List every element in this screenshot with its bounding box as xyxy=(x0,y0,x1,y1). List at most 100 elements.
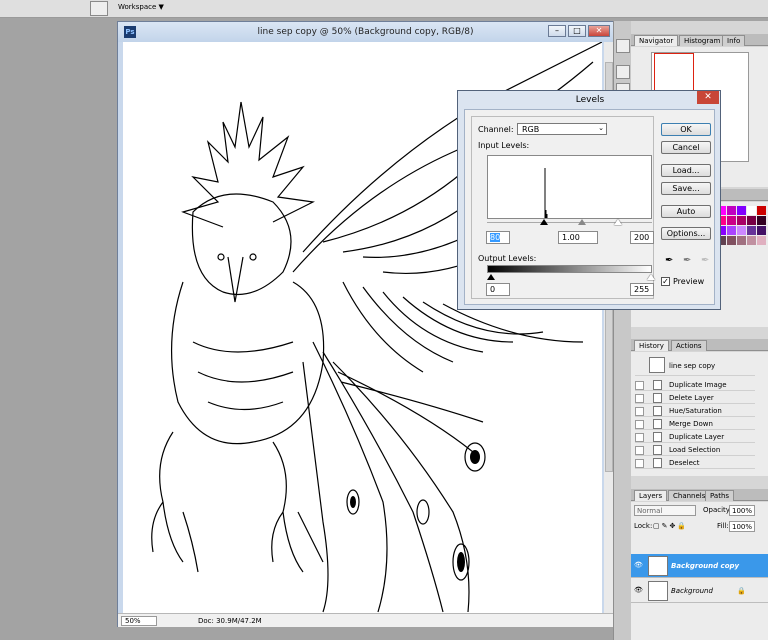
history-item[interactable]: Duplicate Image xyxy=(635,379,755,391)
history-item[interactable]: Duplicate Layer xyxy=(635,431,755,443)
status-bar: 50% Doc: 30.9M/47.2M xyxy=(118,613,613,627)
tool-preset-icon[interactable] xyxy=(616,39,630,53)
white-point-slider[interactable] xyxy=(614,219,622,225)
output-white-field[interactable]: 255 xyxy=(630,283,654,296)
layer-row-background-copy[interactable]: 👁 Background copy xyxy=(631,554,768,578)
swatch[interactable] xyxy=(727,226,736,235)
input-gamma-field[interactable]: 1.00 xyxy=(558,231,598,244)
document-titlebar[interactable]: Ps line sep copy @ 50% (Background copy,… xyxy=(118,22,613,42)
gamma-slider[interactable] xyxy=(578,219,586,225)
ok-button[interactable]: OK xyxy=(661,123,711,136)
snapshot-label: line sep copy xyxy=(669,362,716,370)
swatch[interactable] xyxy=(747,226,756,235)
swatch[interactable] xyxy=(747,206,756,215)
chevron-down-icon: ⌄ xyxy=(598,124,604,132)
history-state-icon xyxy=(653,380,662,390)
save-button[interactable]: Save... xyxy=(661,182,711,195)
input-white-field[interactable]: 200 xyxy=(630,231,654,244)
brushes-icon[interactable] xyxy=(616,65,630,79)
swatch[interactable] xyxy=(737,216,746,225)
visibility-eye-icon[interactable]: 👁 xyxy=(634,587,643,594)
histogram xyxy=(487,155,652,219)
tab-layers[interactable]: Layers xyxy=(634,490,668,501)
minimize-button[interactable]: – xyxy=(548,25,566,37)
auto-button[interactable]: Auto xyxy=(661,205,711,218)
swatch[interactable] xyxy=(747,216,756,225)
maximize-button[interactable]: □ xyxy=(568,25,586,37)
swatch[interactable] xyxy=(757,206,766,215)
swatch[interactable] xyxy=(757,236,766,245)
channel-select[interactable]: RGB ⌄ xyxy=(517,123,607,135)
lock-label: Lock: xyxy=(634,522,653,530)
input-levels-label: Input Levels: xyxy=(478,141,530,150)
history-item[interactable]: Hue/Saturation xyxy=(635,405,755,417)
swatch[interactable] xyxy=(727,216,736,225)
output-black-slider[interactable] xyxy=(487,274,495,280)
history-checkbox[interactable] xyxy=(635,446,644,455)
swatch[interactable] xyxy=(747,236,756,245)
blend-mode-select[interactable]: Normal xyxy=(634,505,696,516)
history-snapshot[interactable]: line sep copy xyxy=(635,356,755,376)
layer-name: Background xyxy=(671,587,713,595)
layer-thumbnail xyxy=(648,556,668,576)
levels-title: Levels xyxy=(575,95,605,105)
tab-paths[interactable]: Paths xyxy=(705,490,735,501)
levels-close-button[interactable]: ✕ xyxy=(697,91,719,104)
history-item[interactable]: Delete Layer xyxy=(635,392,755,404)
lock-icons[interactable]: ▢✎✥🔒 xyxy=(653,522,688,530)
output-levels-label: Output Levels: xyxy=(478,254,537,263)
opacity-field[interactable]: 100% xyxy=(729,505,755,516)
history-checkbox[interactable] xyxy=(635,394,644,403)
layer-row-background[interactable]: 👁 Background 🔒 xyxy=(631,579,768,603)
preview-checkbox[interactable]: ✓ xyxy=(661,277,670,286)
swatch[interactable] xyxy=(757,226,766,235)
load-button[interactable]: Load... xyxy=(661,164,711,177)
swatch[interactable] xyxy=(737,226,746,235)
history-state-icon xyxy=(653,458,662,468)
swatch[interactable] xyxy=(737,206,746,215)
histogram-graph xyxy=(544,168,548,218)
history-checkbox[interactable] xyxy=(635,407,644,416)
history-item-label: Hue/Saturation xyxy=(669,407,722,415)
tab-history[interactable]: History xyxy=(634,340,669,351)
options-button[interactable]: Options... xyxy=(661,227,711,240)
history-state-icon xyxy=(653,393,662,403)
visibility-eye-icon[interactable]: 👁 xyxy=(634,562,643,569)
swatch[interactable] xyxy=(757,216,766,225)
tab-info[interactable]: Info xyxy=(722,35,746,46)
input-black-field[interactable]: 80 xyxy=(486,231,510,244)
fill-label: Fill: xyxy=(717,522,729,530)
history-checkbox[interactable] xyxy=(635,459,644,468)
levels-group: Channel: RGB ⌄ Input Levels: 80 1.00 200 … xyxy=(471,116,655,299)
history-item[interactable]: Load Selection xyxy=(635,444,755,456)
gray-eyedropper-icon[interactable]: ✒ xyxy=(683,255,693,267)
swatch[interactable] xyxy=(737,236,746,245)
history-item[interactable]: Merge Down xyxy=(635,418,755,430)
history-checkbox[interactable] xyxy=(635,381,644,390)
channel-label: Channel: xyxy=(478,125,514,134)
swatch[interactable] xyxy=(727,206,736,215)
zoom-tool-icon[interactable] xyxy=(90,1,108,16)
history-checkbox[interactable] xyxy=(635,433,644,442)
cancel-button[interactable]: Cancel xyxy=(661,141,711,154)
fill-field[interactable]: 100% xyxy=(729,521,755,532)
history-item[interactable]: Deselect xyxy=(635,457,755,469)
close-document-button[interactable]: ✕ xyxy=(588,25,610,37)
swatch[interactable] xyxy=(727,236,736,245)
tab-actions[interactable]: Actions xyxy=(671,340,707,351)
output-white-slider[interactable] xyxy=(647,274,655,280)
tab-histogram[interactable]: Histogram xyxy=(679,35,726,46)
input-slider-track[interactable] xyxy=(487,222,652,223)
layer-thumbnail xyxy=(648,581,668,601)
history-state-icon xyxy=(653,445,662,455)
black-point-slider[interactable] xyxy=(540,219,548,225)
zoom-field[interactable]: 50% xyxy=(121,616,157,626)
tab-navigator[interactable]: Navigator xyxy=(634,35,679,46)
history-item-label: Delete Layer xyxy=(669,394,714,402)
black-eyedropper-icon[interactable]: ✒ xyxy=(665,255,675,267)
output-black-field[interactable]: 0 xyxy=(486,283,510,296)
history-checkbox[interactable] xyxy=(635,420,644,429)
history-state-icon xyxy=(653,432,662,442)
workspace-menu[interactable]: Workspace ▼ xyxy=(118,3,164,11)
white-eyedropper-icon[interactable]: ✒ xyxy=(701,255,711,267)
